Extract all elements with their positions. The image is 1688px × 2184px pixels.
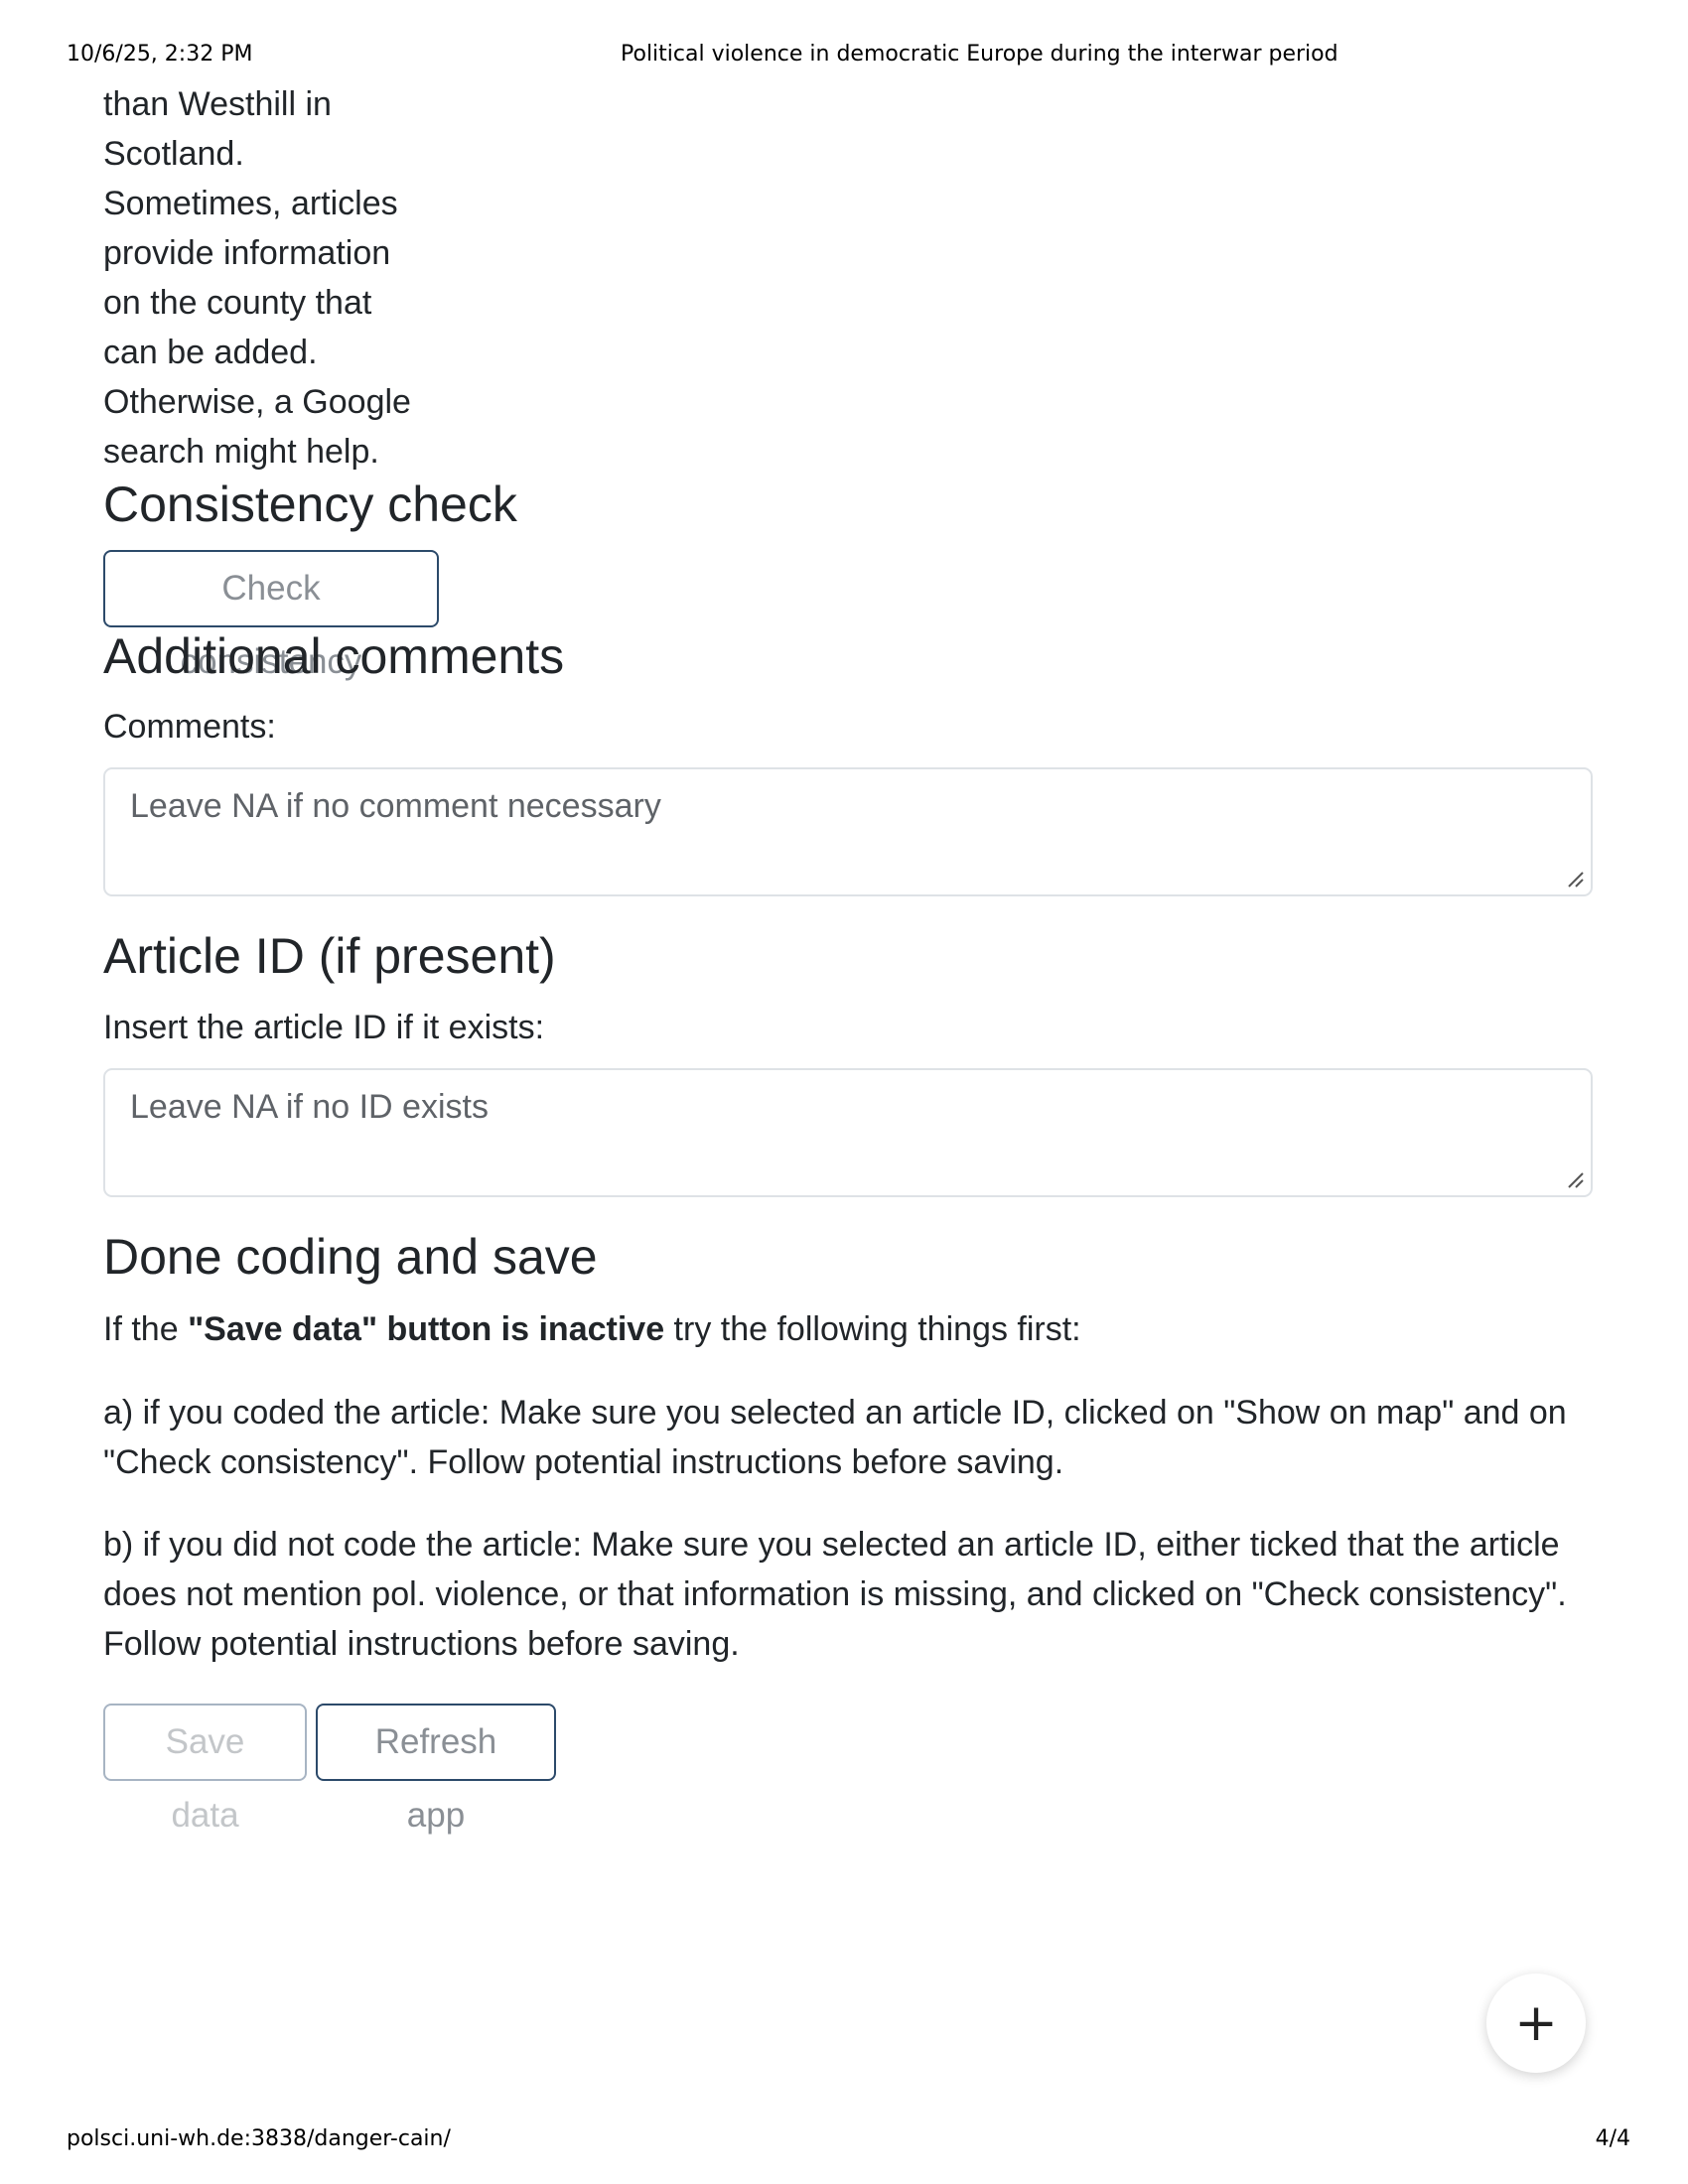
instruction-b: b) if you did not code the article: Make… [103,1526,1567,1663]
article-id-textarea[interactable]: Leave NA if no ID exists [103,1068,1593,1197]
consistency-heading: Consistency check [103,477,517,532]
comments-label: Comments: [103,708,276,746]
location-note-line: Otherwise, a Google [103,383,411,421]
print-url: polsci.uni-wh.de:3838/danger-cain/ [67,2126,451,2151]
resize-grip-icon[interactable] [1565,1169,1585,1189]
save-intro-prefix: If the [103,1310,189,1348]
save-heading: Done coding and save [103,1229,598,1285]
save-data-button[interactable]: Save data [103,1704,307,1835]
location-note-line: on the county that [103,284,372,322]
article-id-label: Insert the article ID if it exists: [103,1009,545,1046]
location-note-line: than Westhill in [103,85,332,123]
article-id-placeholder: Leave NA if no ID exists [130,1088,489,1126]
location-note-line: Sometimes, articles [103,185,398,222]
resize-grip-icon[interactable] [1565,869,1585,888]
article-id-heading: Article ID (if present) [103,928,556,984]
location-note-line: Scotland. [103,135,244,173]
plus-icon: + [1514,1993,1558,2053]
add-button[interactable]: + [1486,1974,1586,2073]
save-intro: If the "Save data" button is inactive tr… [103,1304,1593,1354]
location-note-line: search might help. [103,433,379,471]
check-consistency-button[interactable]: Check consistency [103,550,439,681]
instruction-a: a) if you coded the article: Make sure y… [103,1394,1567,1481]
location-note-line: provide information [103,234,391,272]
save-intro-suffix: try the following things first: [664,1310,1081,1348]
location-note-line: can be added. [103,334,318,371]
comments-textarea[interactable]: Leave NA if no comment necessary [103,767,1593,896]
refresh-app-button[interactable]: Refresh app [316,1704,556,1835]
print-page-title: Political violence in democratic Europe … [621,42,1338,67]
comments-placeholder: Leave NA if no comment necessary [130,787,661,825]
location-note: than Westhill in Scotland. Sometimes, ar… [103,79,431,477]
print-page-number: 4/4 [1595,2126,1630,2151]
print-header: 10/6/25, 2:32 PM Political violence in d… [0,42,1688,69]
save-intro-bold: "Save data" button is inactive [188,1310,665,1348]
print-footer: polsci.uni-wh.de:3838/danger-cain/ 4/4 [0,2126,1688,2154]
print-datetime: 10/6/25, 2:32 PM [67,42,253,67]
comments-heading: Additional comments [103,628,565,684]
